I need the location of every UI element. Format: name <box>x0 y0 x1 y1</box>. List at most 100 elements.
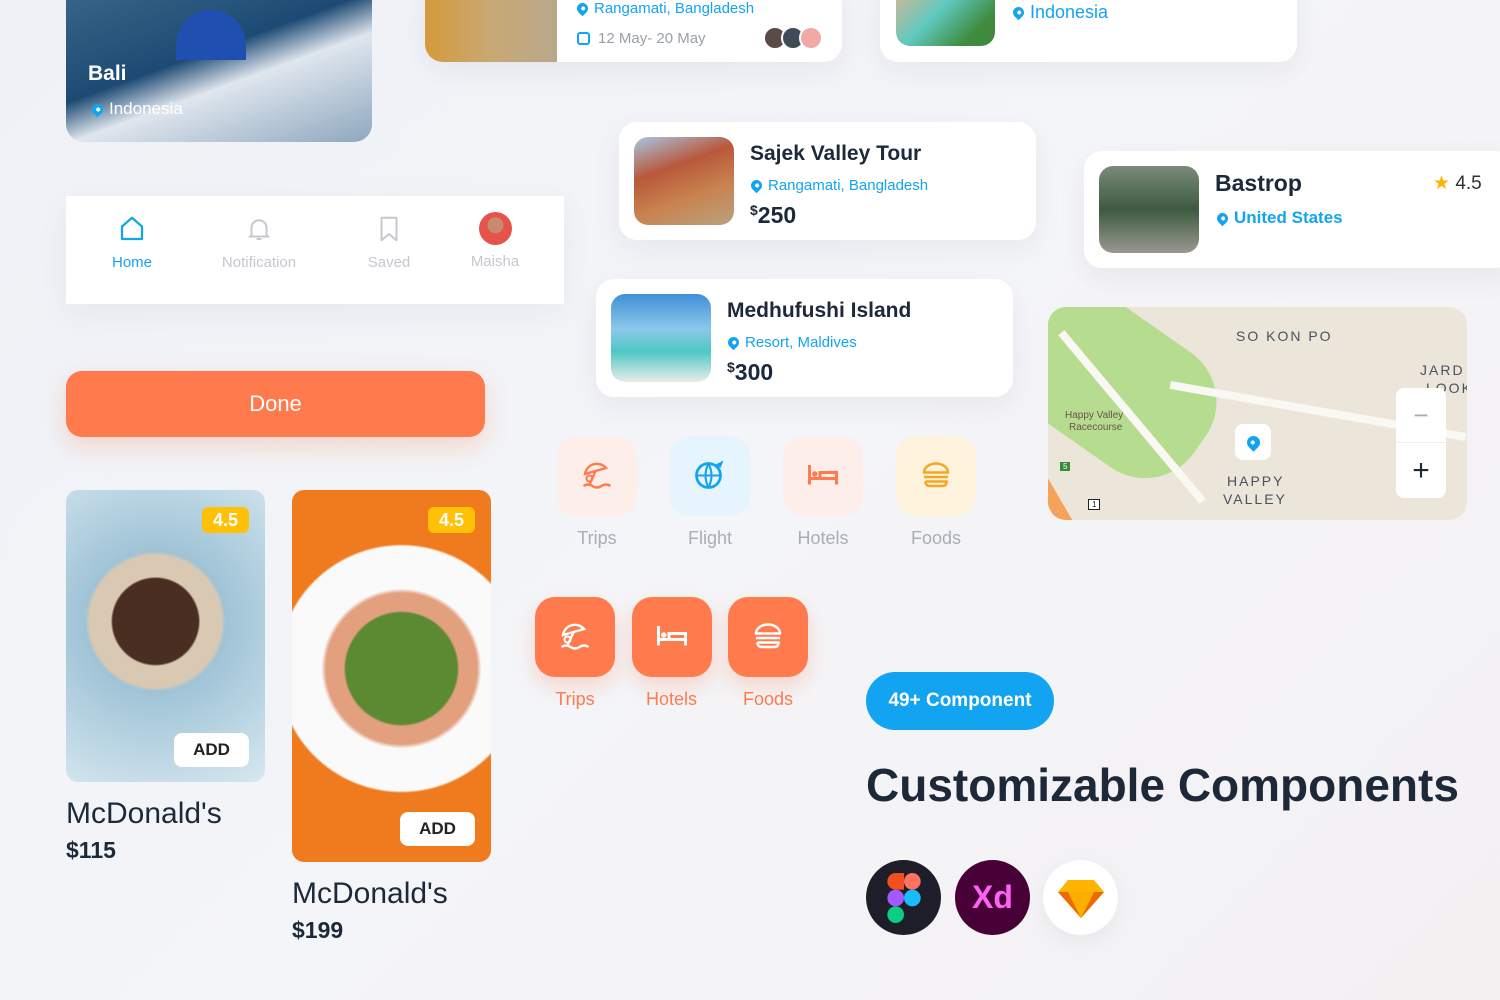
figma-logo <box>866 860 941 935</box>
xd-logo: Xd <box>955 860 1030 935</box>
sketch-logo <box>1043 860 1118 935</box>
currency: $ <box>750 202 758 218</box>
currency: $ <box>727 359 735 375</box>
racecourse-area <box>1048 307 1241 502</box>
route-shield: 1 <box>1088 499 1101 510</box>
map-label: VALLEY <box>1223 491 1287 507</box>
category-foods-active[interactable] <box>728 597 808 677</box>
category-label: Foods <box>910 528 962 548</box>
traveler-avatars <box>763 26 823 50</box>
route-shield: 5 <box>1060 462 1071 471</box>
nav-profile[interactable]: Maisha <box>445 212 545 270</box>
burger-icon <box>918 456 954 497</box>
place-title: Bastrop <box>1215 170 1302 196</box>
tour-image <box>634 137 734 225</box>
map-label: Happy Valley <box>1065 410 1124 421</box>
category-foods[interactable] <box>896 436 976 516</box>
location-pin-icon <box>1243 432 1263 452</box>
nav-home[interactable]: Home <box>82 214 182 271</box>
bali-title: Bali <box>88 62 127 85</box>
category-label: Foods <box>742 689 794 709</box>
trip-card[interactable]: Rangamati, Bangladesh 12 May- 20 May <box>425 0 842 62</box>
zoom-in-button[interactable]: + <box>1396 443 1446 498</box>
place-image <box>1099 166 1199 253</box>
add-button[interactable]: ADD <box>400 812 475 846</box>
bookmark-icon <box>380 216 398 242</box>
bell-icon <box>247 219 271 240</box>
category-hotels-active[interactable] <box>631 597 712 677</box>
nav-saved[interactable]: Saved <box>339 214 439 271</box>
price-value: 250 <box>757 202 797 228</box>
home-icon <box>120 216 144 241</box>
category-flight[interactable] <box>670 436 750 516</box>
category-label: Flight <box>687 528 732 548</box>
location-pin-icon <box>574 0 591 17</box>
location-pin-icon <box>1214 210 1231 226</box>
category-trips[interactable] <box>557 436 637 516</box>
category-label: Trips <box>555 689 595 709</box>
trip-image <box>425 0 557 62</box>
add-button[interactable]: ADD <box>174 733 249 767</box>
highway <box>1048 431 1082 520</box>
nav-notification[interactable]: Notification <box>209 214 309 271</box>
map-label: HAPPY <box>1227 473 1285 489</box>
place-rating: 4.5 <box>1455 173 1482 194</box>
xd-text: Xd <box>972 879 1013 915</box>
location-pin-icon <box>89 101 106 117</box>
indonesia-location: Indonesia <box>1030 2 1109 22</box>
tour-card-medhufushi[interactable]: Medhufushi Island Resort, Maldives $300 <box>596 279 1013 397</box>
category-label: Hotels <box>645 689 698 709</box>
location-pin-icon <box>725 334 742 351</box>
avatar <box>478 212 512 245</box>
category-trips-active[interactable] <box>535 597 615 677</box>
rating-badge: 4.5 <box>428 507 475 533</box>
done-button[interactable]: Done <box>66 371 485 437</box>
location-pin-icon <box>748 177 765 194</box>
star-icon: ★ <box>1433 173 1451 194</box>
beach-umbrella-icon <box>579 456 615 497</box>
category-label: Hotels <box>797 528 849 548</box>
trip-dates: 12 May- 20 May <box>598 30 706 47</box>
rating-badge: 4.5 <box>202 507 249 533</box>
tour-price: $250 <box>750 202 796 229</box>
avatar <box>799 26 823 50</box>
food-name: McDonald's <box>292 877 448 910</box>
map-view[interactable]: SO KON PO JARD LOOK Happy Valley Racecou… <box>1048 307 1467 520</box>
beach-umbrella-icon <box>557 617 593 658</box>
location-pin-icon <box>1010 4 1027 21</box>
indonesia-card[interactable]: Indonesia <box>880 0 1297 62</box>
nav-saved-label: Saved <box>367 254 411 271</box>
trip-location: Rangamati, Bangladesh <box>594 0 755 17</box>
component-count-badge[interactable]: 49+ Component <box>866 672 1054 730</box>
beach-image <box>896 0 995 46</box>
bottom-nav-bar: Home Notification Saved Maisha <box>66 196 564 304</box>
tour-price: $300 <box>727 359 773 386</box>
nav-profile-label: Maisha <box>470 253 520 270</box>
tour-location: Rangamati, Bangladesh <box>768 177 929 194</box>
tour-image <box>611 294 711 382</box>
figma-icon <box>886 872 921 923</box>
zoom-controls: − + <box>1396 388 1446 498</box>
bed-icon <box>805 456 841 497</box>
burger-icon <box>750 617 786 658</box>
tour-card-sajek[interactable]: Sajek Valley Tour Rangamati, Bangladesh … <box>619 122 1036 240</box>
food-name: McDonald's <box>66 797 222 830</box>
food-card-image[interactable]: 4.5 ADD <box>66 490 265 782</box>
nav-notification-label: Notification <box>221 254 297 271</box>
calendar-icon <box>577 32 590 45</box>
bali-card[interactable]: Bali Indonesia <box>66 0 372 142</box>
globe-plane-icon <box>692 456 728 497</box>
tour-location: Resort, Maldives <box>745 334 857 351</box>
category-hotels[interactable] <box>783 436 863 516</box>
place-card-bastrop[interactable]: Bastrop United States ★ 4.5 <box>1084 151 1500 268</box>
price-value: 300 <box>734 359 774 385</box>
category-label: Trips <box>577 528 617 548</box>
map-label: Racecourse <box>1069 422 1123 433</box>
food-price: $199 <box>292 917 344 943</box>
map-marker[interactable] <box>1235 424 1271 460</box>
food-card-image[interactable]: 4.5 ADD <box>292 490 491 862</box>
bali-location: Indonesia <box>109 99 183 118</box>
zoom-out-button[interactable]: − <box>1396 388 1446 443</box>
map-label: SO KON PO <box>1236 328 1333 344</box>
headline: Customizable Components <box>866 759 1459 811</box>
